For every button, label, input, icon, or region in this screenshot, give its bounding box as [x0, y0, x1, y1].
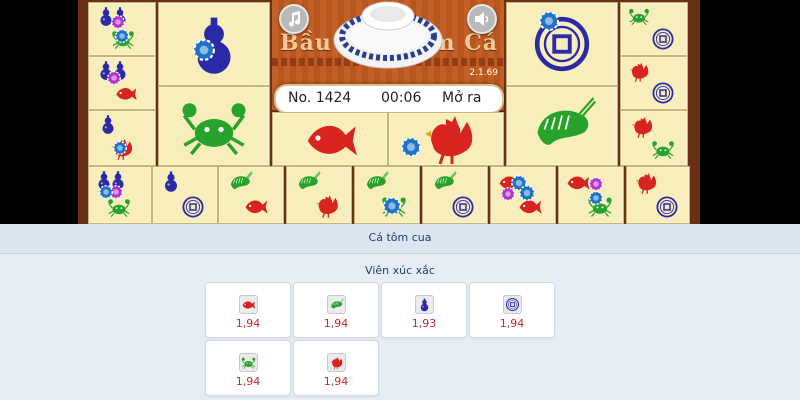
crab-icon: [239, 353, 258, 372]
odd-card-rooster[interactable]: 1,94: [293, 340, 379, 396]
bet-tile-coin[interactable]: [506, 2, 618, 86]
bet-tile-gourd[interactable]: [158, 2, 270, 86]
rooster-icon: [327, 353, 346, 372]
bet-tile-gourd-rooster[interactable]: [88, 110, 156, 166]
music-note-icon: [289, 11, 301, 27]
bet-tile-shrimp-coin-2[interactable]: [422, 166, 488, 224]
dice-bowl: [333, 1, 443, 69]
dice-section-heading: Viên xúc xắc: [365, 264, 435, 277]
sound-toggle-button[interactable]: [467, 4, 497, 34]
shrimp-icon: [327, 295, 346, 314]
odd-value: 1,93: [411, 317, 437, 330]
market-title-bar: Cá tôm cua: [0, 224, 800, 254]
odd-value: 1,94: [323, 317, 349, 330]
game-area: Bầu Cua Tôm Cá 2.1.69 No. 1424 00:06 Mở …: [0, 0, 800, 224]
odd-card-gourd[interactable]: 1,93: [381, 282, 467, 338]
bet-tile-shrimp-fish[interactable]: [218, 166, 284, 224]
odd-value: 1,94: [235, 317, 261, 330]
odd-card-shrimp[interactable]: 1,94: [293, 282, 379, 338]
bet-tile-gourd-coin[interactable]: [152, 166, 218, 224]
bet-tile-crab-coin[interactable]: [620, 2, 688, 56]
bet-tile-rooster[interactable]: [388, 112, 504, 166]
round-number: No. 1424: [288, 90, 352, 106]
bet-tile-shrimp-coin[interactable]: [354, 166, 420, 224]
odd-card-crab[interactable]: 1,94: [205, 340, 291, 396]
bet-tile-gourd-gourd-crab[interactable]: [88, 166, 152, 224]
bet-tile-fish[interactable]: [272, 112, 388, 166]
round-status-bar: No. 1424 00:06 Mở ra: [274, 84, 504, 114]
music-toggle-button[interactable]: [279, 4, 309, 34]
bet-tile-gourd-fish[interactable]: [88, 56, 156, 110]
bet-tile-fish-fish[interactable]: [490, 166, 556, 224]
bet-tile-rooster-crab[interactable]: [620, 110, 688, 166]
bet-tile-gourd-crab[interactable]: [88, 2, 156, 56]
market-title: Cá tôm cua: [368, 231, 432, 244]
gourd-icon: [415, 295, 434, 314]
odd-value: 1,94: [323, 375, 349, 388]
bet-tile-rooster-coin[interactable]: [620, 56, 688, 110]
round-state: Mở ra: [442, 90, 482, 106]
odd-value: 1,94: [235, 375, 261, 388]
odd-card-fish[interactable]: 1,94: [205, 282, 291, 338]
bet-tile-rooster-coin-2[interactable]: [626, 166, 690, 224]
bet-tile-fish-crab[interactable]: [558, 166, 624, 224]
bet-tile-shrimp[interactable]: [506, 86, 618, 166]
speaker-icon: [475, 12, 489, 26]
bet-tile-crab[interactable]: [158, 86, 270, 166]
odd-card-coin[interactable]: 1,94: [469, 282, 555, 338]
coin-icon: [503, 295, 522, 314]
fish-icon: [239, 295, 258, 314]
round-timer: 00:06: [381, 90, 422, 106]
version-label: 2.1.69: [469, 68, 498, 78]
odd-value: 1,94: [499, 317, 525, 330]
bet-tile-shrimp-rooster[interactable]: [286, 166, 352, 224]
